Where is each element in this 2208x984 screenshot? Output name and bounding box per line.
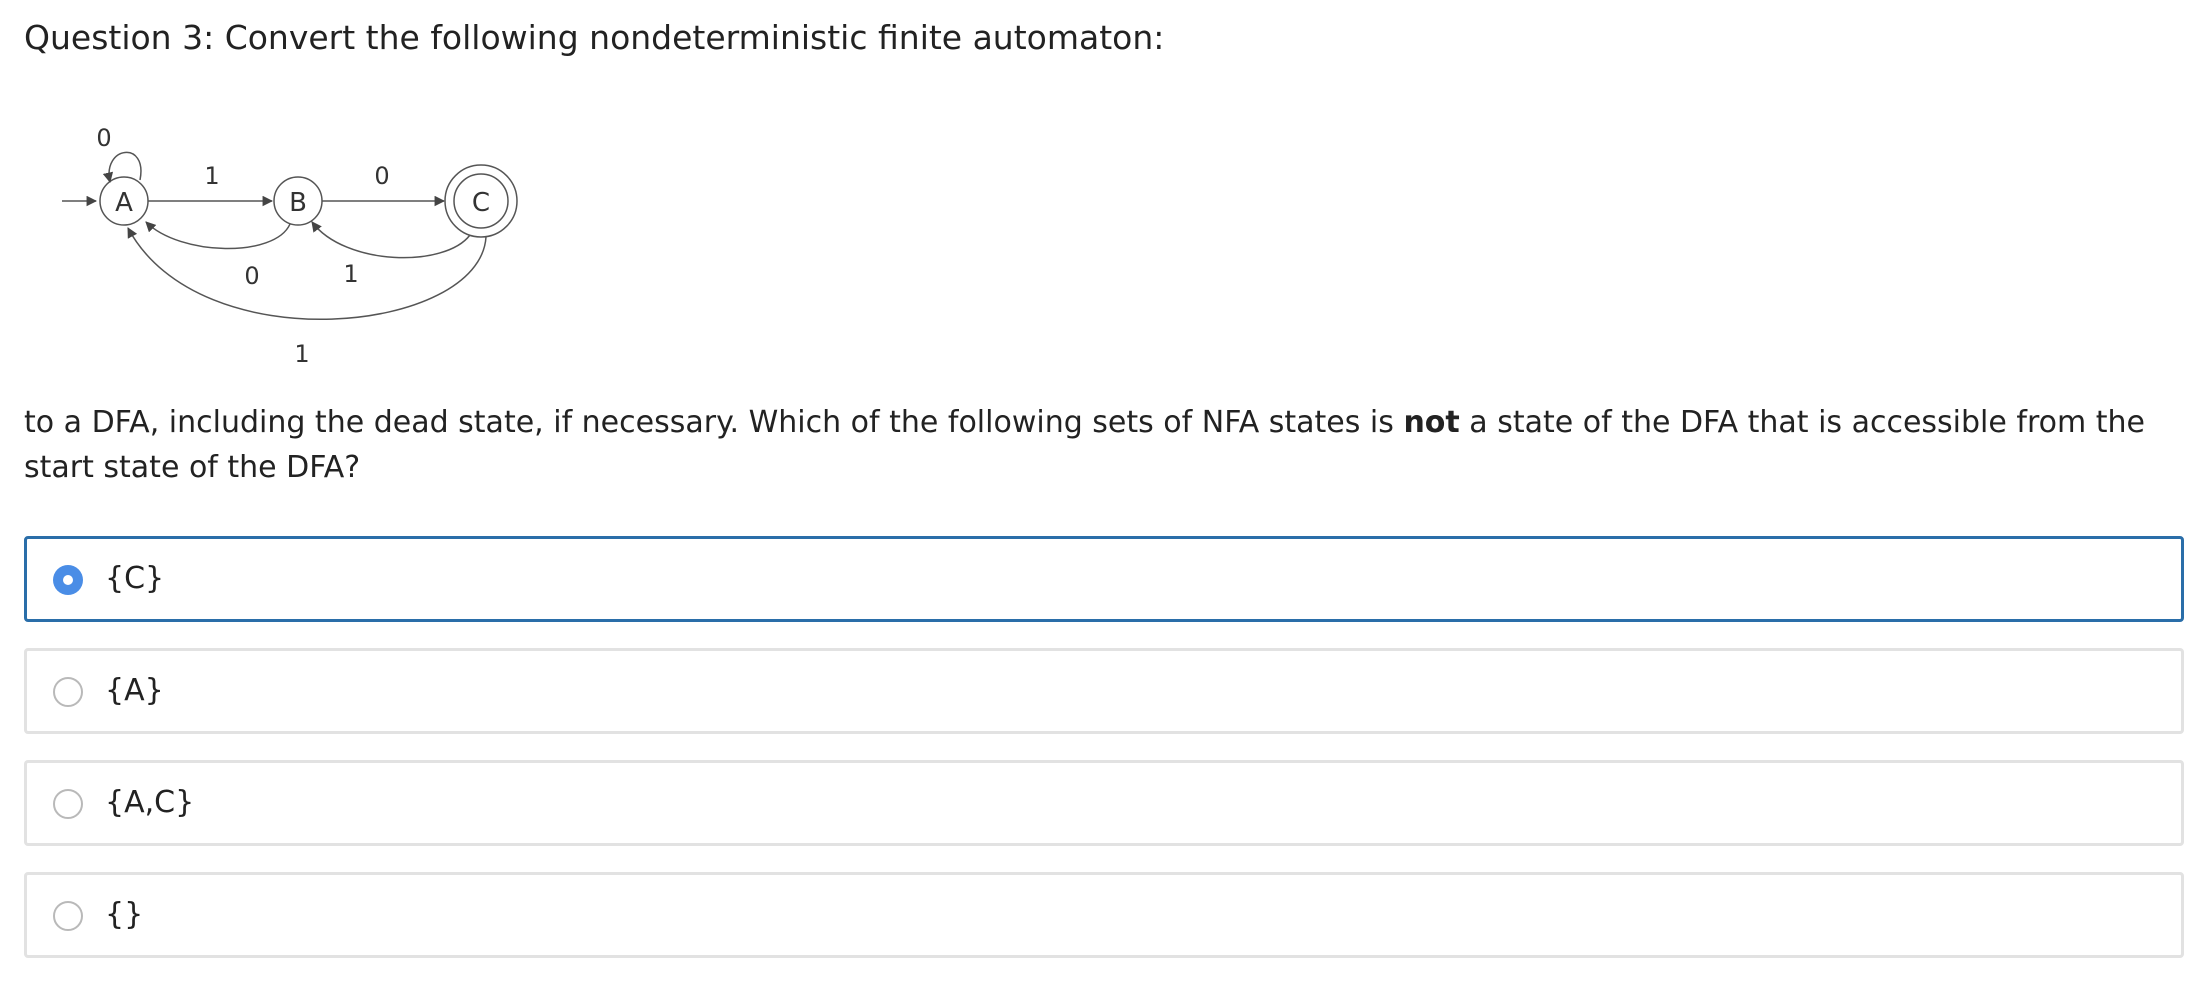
label-c-to-b: 1: [343, 260, 358, 288]
label-b-to-a: 0: [244, 262, 259, 290]
state-c-label: C: [472, 188, 490, 218]
radio-button[interactable]: [53, 901, 83, 931]
radio-button-checked[interactable]: [53, 565, 83, 595]
radio-button[interactable]: [53, 789, 83, 819]
answer-option-a-c[interactable]: {A,C}: [24, 760, 2184, 846]
prompt-text-start: to a DFA, including the dead state, if n…: [24, 405, 1404, 440]
radio-button[interactable]: [53, 677, 83, 707]
answer-option-c[interactable]: {C}: [24, 536, 2184, 622]
prompt-emphasis: not: [1403, 405, 1460, 440]
answer-option-label: {C}: [105, 561, 165, 596]
state-b-label: B: [289, 188, 307, 218]
answer-option-a[interactable]: {A}: [24, 648, 2184, 734]
question-prompt: to a DFA, including the dead state, if n…: [24, 400, 2194, 490]
state-a: A: [99, 176, 149, 226]
answer-option-empty-set[interactable]: {}: [24, 872, 2184, 958]
answer-option-label: {A,C}: [105, 785, 195, 820]
answer-option-label: {A}: [105, 673, 164, 708]
state-b: B: [273, 176, 323, 226]
label-b-to-c: 0: [374, 162, 389, 190]
state-a-label: A: [115, 188, 133, 218]
state-c-accepting: C: [444, 164, 518, 238]
nfa-diagram: A B C 0 1 0 0 1 1: [62, 124, 518, 368]
answer-option-label: {}: [105, 897, 144, 932]
label-a-to-b: 1: [204, 162, 219, 190]
label-c-to-a: 1: [294, 340, 309, 368]
question-title: Question 3: Convert the following nondet…: [24, 18, 1165, 57]
transition-c-to-b: [311, 221, 471, 259]
answer-options: {C} {A} {A,C} {}: [24, 536, 2184, 984]
label-a-self: 0: [96, 124, 111, 152]
transition-b-to-a: [145, 221, 291, 250]
